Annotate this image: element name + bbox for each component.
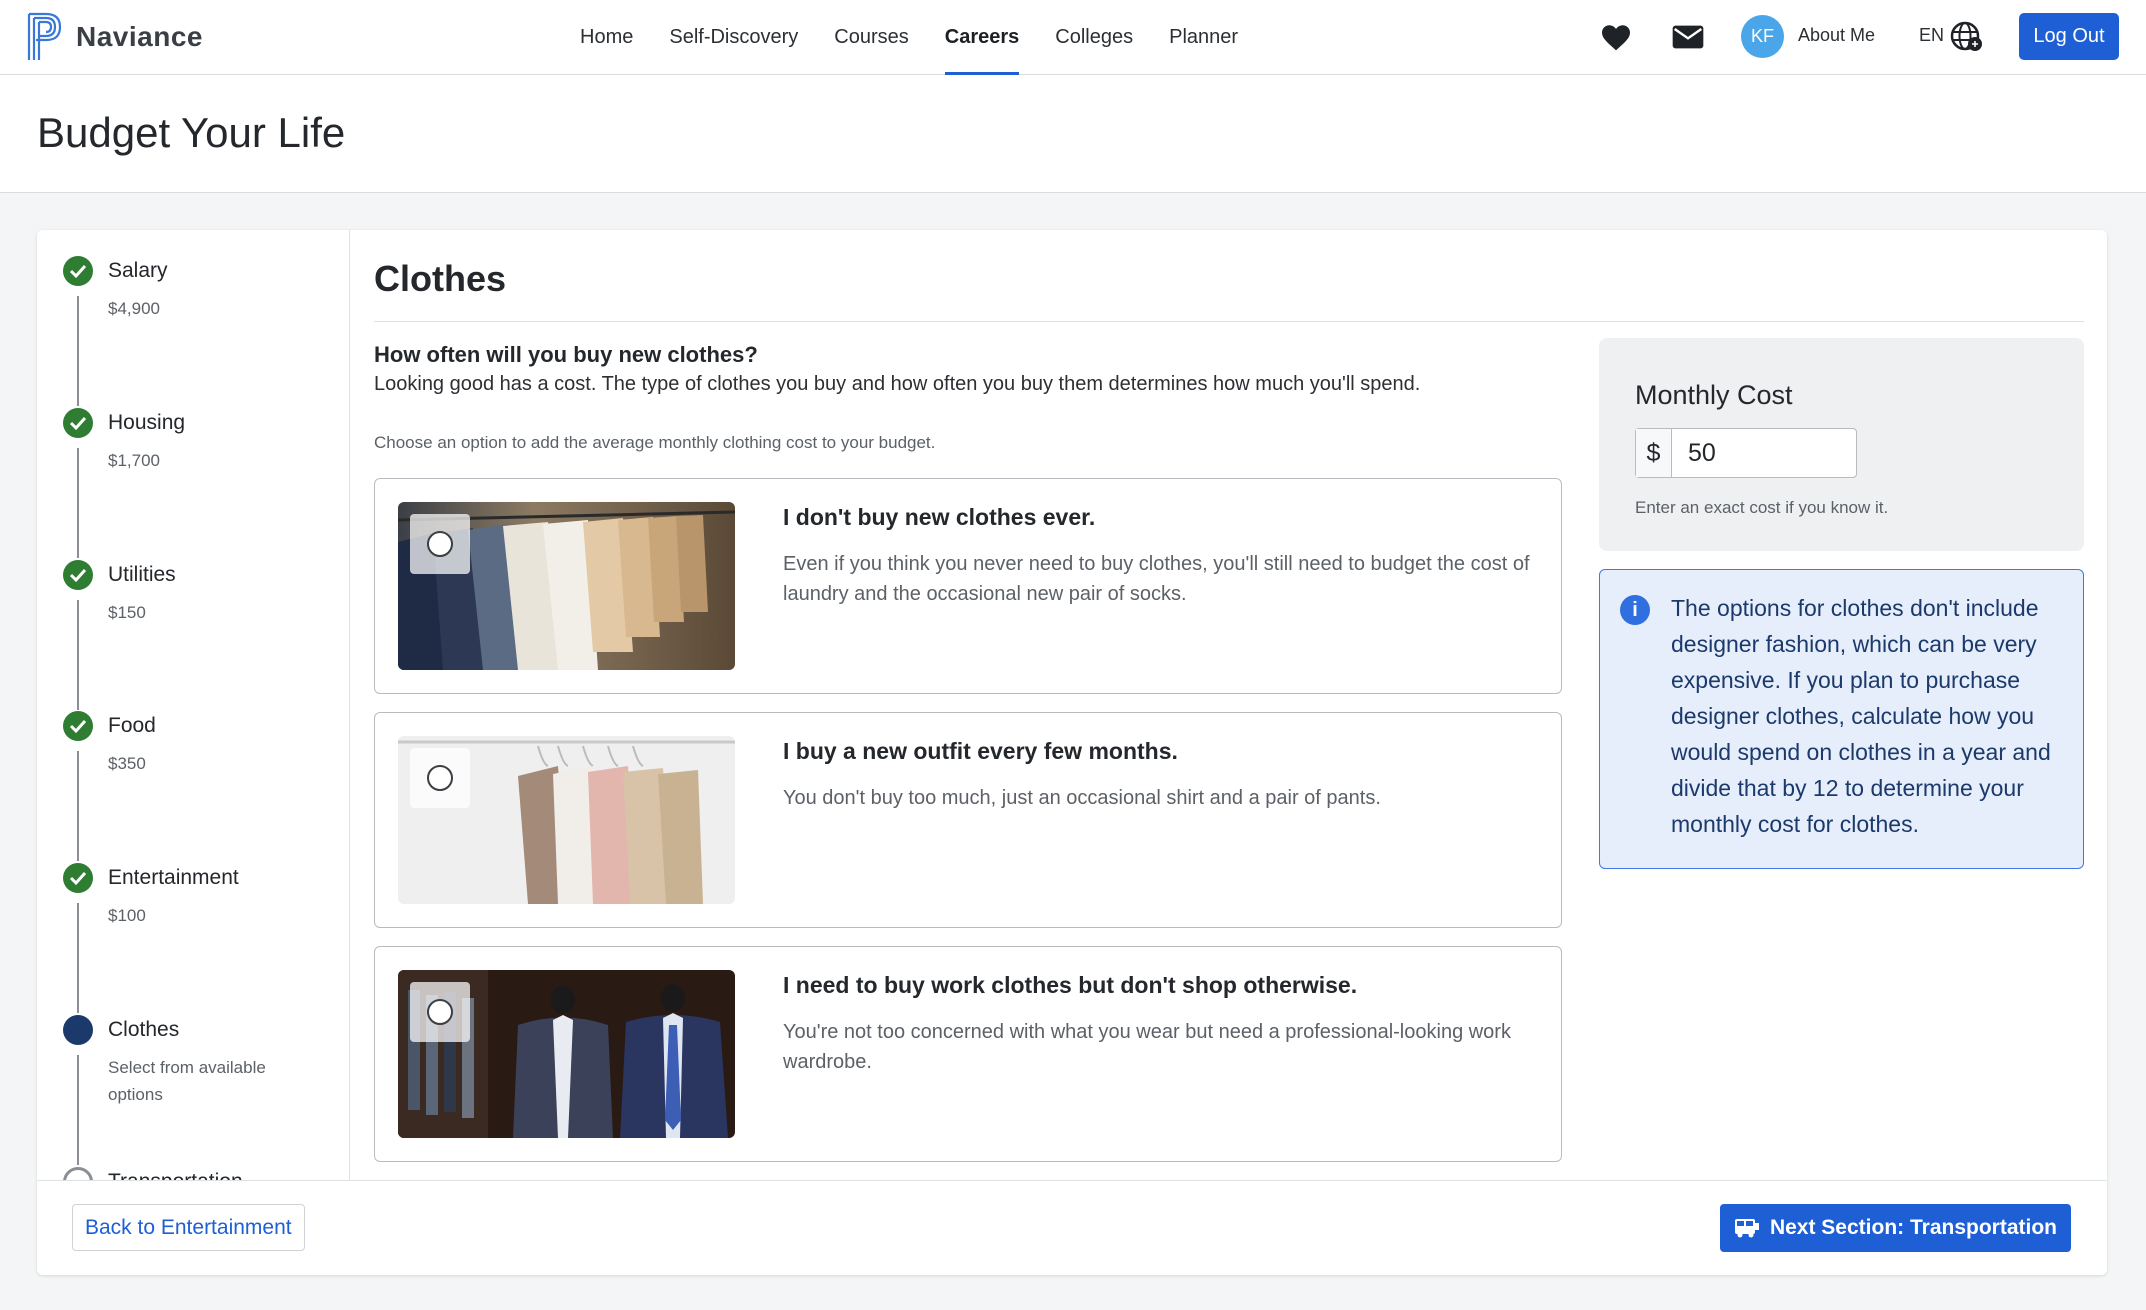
- brand-name: Naviance: [76, 21, 203, 52]
- option-radio[interactable]: [427, 999, 453, 1025]
- nav-home[interactable]: Home: [562, 0, 651, 75]
- step-label: Utilities: [108, 563, 176, 586]
- monthly-cost-panel: Monthly Cost $ 50 Enter an exact cost if…: [1599, 338, 2084, 551]
- nav-planner[interactable]: Planner: [1151, 0, 1256, 75]
- step-connector: [77, 448, 79, 558]
- check-icon: [63, 408, 93, 438]
- globe-icon[interactable]: [1950, 19, 1984, 53]
- option-description: You don't buy too much, just an occasion…: [783, 787, 1381, 809]
- option-description: You're not too concerned with what you w…: [783, 1021, 1511, 1073]
- nav-courses[interactable]: Courses: [816, 0, 926, 75]
- step-label: Food: [108, 714, 156, 737]
- step-connector: [77, 296, 79, 406]
- check-icon: [63, 863, 93, 893]
- current-step-icon: [63, 1015, 93, 1045]
- radio-container: [410, 982, 470, 1042]
- app-window: Naviance Home Self-Discovery Courses Car…: [0, 0, 2146, 1310]
- back-button[interactable]: Back to Entertainment: [72, 1204, 305, 1251]
- next-section-button[interactable]: Next Section: Transportation: [1719, 1204, 2071, 1252]
- monthly-cost-value[interactable]: 50: [1672, 429, 1856, 477]
- radio-container: [410, 514, 470, 574]
- step-label: Clothes: [108, 1018, 180, 1041]
- info-text: The options for clothes don't include de…: [1671, 595, 2051, 837]
- page-title: Budget Your Life: [37, 109, 346, 156]
- step-amount: $4,900: [108, 299, 160, 318]
- check-icon: [63, 256, 93, 286]
- clothes-section: Clothes How often will you buy new cloth…: [374, 230, 2084, 1180]
- option-card-work-clothes[interactable]: I need to buy work clothes but don't sho…: [374, 946, 1562, 1162]
- monthly-cost-label: Monthly Cost: [1635, 380, 1793, 410]
- info-callout: i The options for clothes don't include …: [1599, 569, 2084, 869]
- option-hint: Choose an option to add the average mont…: [374, 433, 936, 452]
- option-radio[interactable]: [427, 531, 453, 557]
- suits-on-mannequins-photo: [398, 970, 735, 1138]
- check-icon: [63, 711, 93, 741]
- currency-prefix: $: [1636, 429, 1672, 477]
- monthly-cost-input[interactable]: $ 50: [1635, 428, 1857, 478]
- radio-container: [410, 748, 470, 808]
- naviance-logo-icon: [27, 12, 62, 60]
- option-title: I buy a new outfit every few months.: [783, 738, 1178, 764]
- pending-step-icon: [63, 1167, 93, 1180]
- step-connector: [77, 751, 79, 861]
- heart-icon[interactable]: [1599, 20, 1633, 54]
- step-label: Transportation: [108, 1170, 243, 1180]
- step-label: Entertainment: [108, 866, 239, 889]
- page-header: Budget Your Life: [0, 75, 2146, 193]
- step-amount: $350: [108, 754, 146, 773]
- brand-logo[interactable]: Naviance: [26, 12, 203, 62]
- top-nav-bar: Naviance Home Self-Discovery Courses Car…: [0, 0, 2146, 75]
- sweaters-on-hangers-photo: [398, 736, 735, 904]
- divider: [374, 321, 2084, 322]
- step-amount: $1,700: [108, 451, 160, 470]
- question-heading: How often will you buy new clothes?: [374, 342, 758, 367]
- bus-icon: [1734, 1219, 1759, 1238]
- step-amount: $100: [108, 906, 146, 925]
- option-description: Even if you think you never need to buy …: [783, 553, 1530, 605]
- question-description: Looking good has a cost. The type of clo…: [374, 373, 1421, 395]
- step-connector: [77, 600, 79, 710]
- nav-careers[interactable]: Careers: [927, 0, 1038, 75]
- mail-icon[interactable]: [1671, 20, 1705, 54]
- check-icon: [63, 560, 93, 590]
- option-card-few-months[interactable]: I buy a new outfit every few months. You…: [374, 712, 1562, 928]
- info-icon: i: [1620, 595, 1650, 625]
- step-connector: [77, 903, 79, 1013]
- option-card-never[interactable]: I don't buy new clothes ever. Even if yo…: [374, 478, 1562, 694]
- next-section-label: Next Section: Transportation: [1769, 1216, 2057, 1239]
- language-label[interactable]: EN: [1919, 25, 1944, 46]
- step-connector: [77, 1055, 79, 1165]
- step-amount: $150: [108, 603, 146, 622]
- nav-self-discovery[interactable]: Self-Discovery: [651, 0, 816, 75]
- step-label: Salary: [108, 259, 168, 282]
- user-avatar[interactable]: KF: [1741, 15, 1784, 58]
- log-out-button[interactable]: Log Out: [2019, 13, 2119, 60]
- step-status: Select from available options: [108, 1058, 266, 1104]
- card-footer: Back to Entertainment Next Section: Tran…: [37, 1180, 2107, 1275]
- monthly-cost-help: Enter an exact cost if you know it.: [1635, 498, 1889, 517]
- budget-card: Salary $4,900 Housing $1,700 Utilities $…: [37, 230, 2107, 1275]
- section-title: Clothes: [374, 258, 507, 299]
- option-title: I need to buy work clothes but don't sho…: [783, 972, 1358, 998]
- nav-colleges[interactable]: Colleges: [1037, 0, 1151, 75]
- clothes-rack-photo: [398, 502, 735, 670]
- progress-stepper: Salary $4,900 Housing $1,700 Utilities $…: [37, 230, 350, 1180]
- option-title: I don't buy new clothes ever.: [783, 504, 1096, 530]
- about-me-link[interactable]: About Me: [1798, 25, 1875, 46]
- main-nav: Home Self-Discovery Courses Careers Coll…: [562, 0, 1256, 75]
- option-radio[interactable]: [427, 765, 453, 791]
- step-label: Housing: [108, 411, 186, 434]
